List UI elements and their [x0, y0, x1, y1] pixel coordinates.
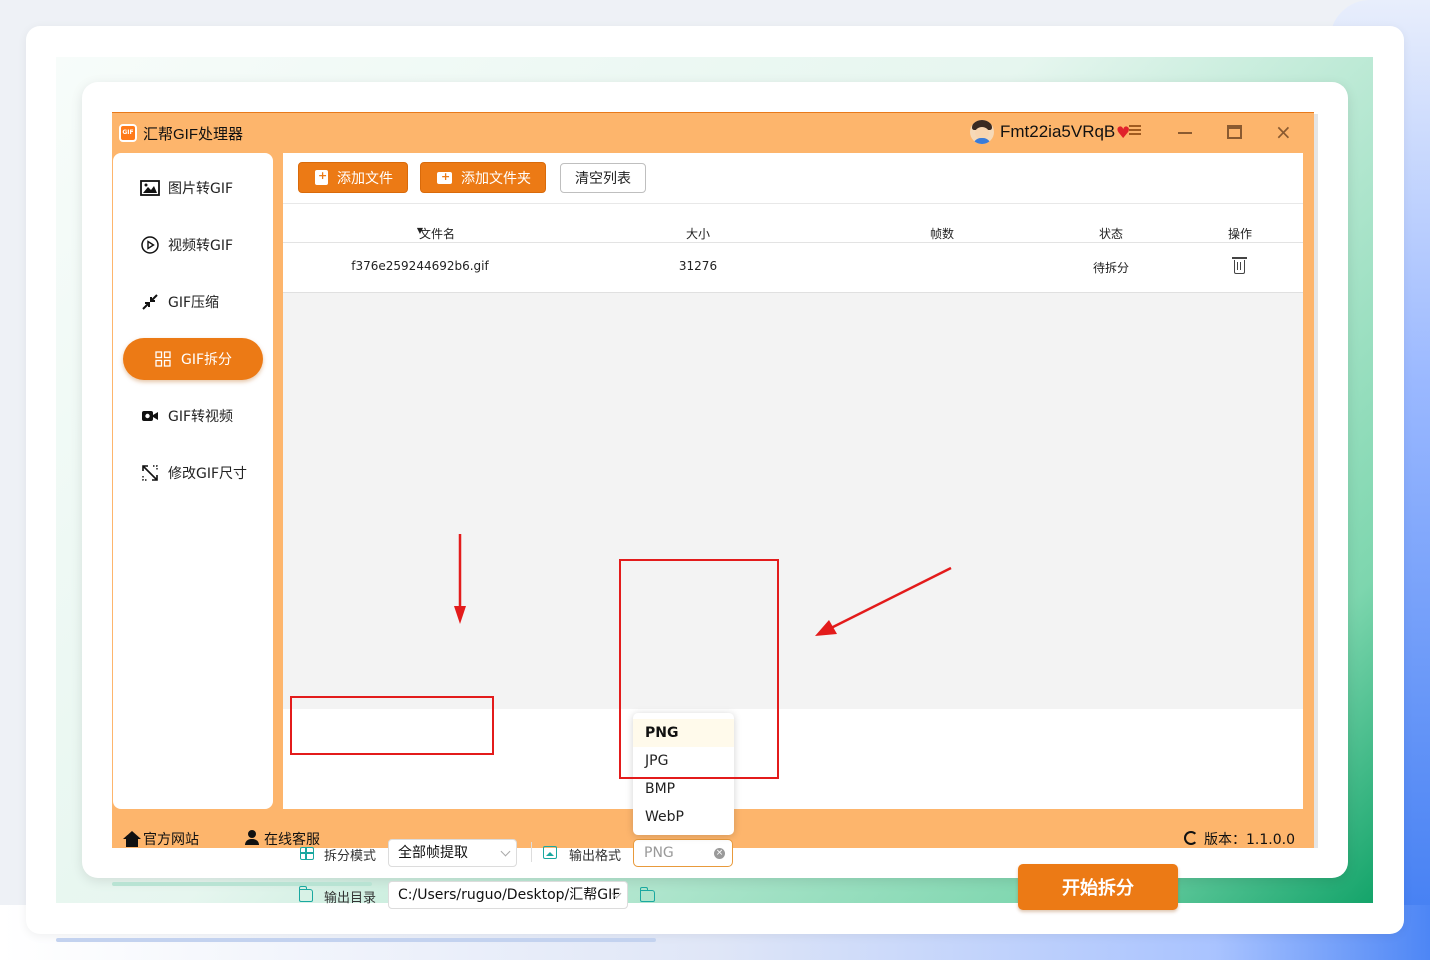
menu-icon[interactable]	[1129, 125, 1141, 135]
video-camera-icon	[140, 407, 160, 425]
annotation-box-format	[619, 559, 779, 779]
app-logo-icon: GIF	[119, 124, 137, 142]
version-label: 版本：1.1.0.0	[1204, 832, 1295, 848]
annotation-arrow-down	[454, 534, 466, 624]
column-header-status[interactable]: 状态	[1099, 225, 1123, 242]
minimize-icon[interactable]	[1178, 132, 1192, 134]
sidebar: 图片转GIF 视频转GIF GIF压缩 GIF拆分 GIF转视频 修改GIF尺寸	[113, 153, 273, 809]
browse-folder-icon[interactable]	[640, 887, 655, 902]
title-bar: GIF 汇帮GIF处理器 Fmt22ia5VRqB ♥ ×	[112, 113, 1314, 153]
sidebar-item-label: 视频转GIF	[168, 238, 234, 254]
sidebar-item-label: 图片转GIF	[168, 181, 234, 197]
add-file-icon	[315, 169, 328, 185]
column-header-actions: 操作	[1227, 227, 1253, 241]
play-circle-icon	[140, 236, 160, 254]
add-folder-label: 添加文件夹	[461, 170, 531, 187]
app-title: 汇帮GIF处理器	[143, 126, 243, 143]
sidebar-item-image-to-gif[interactable]: 图片转GIF	[123, 167, 263, 209]
sidebar-item-label: GIF压缩	[168, 295, 220, 311]
cell-status: 待拆分	[1092, 261, 1130, 275]
output-dir-icon	[299, 886, 313, 902]
table-row[interactable]: f376e259244692b6.gif 31276 待拆分	[283, 243, 1303, 293]
online-support-link[interactable]: 在线客服	[264, 829, 320, 849]
sidebar-item-label: GIF拆分	[181, 352, 233, 368]
column-header-frames[interactable]: 帧数	[930, 225, 954, 242]
customer-service-icon[interactable]	[244, 830, 260, 846]
table-header: ▼ 文件名 大小 帧数 状态 操作	[283, 203, 1303, 243]
decorative-line	[56, 938, 656, 942]
sidebar-item-gif-compress[interactable]: GIF压缩	[123, 281, 263, 323]
home-icon[interactable]	[123, 831, 141, 847]
compress-icon	[140, 293, 160, 311]
dropdown-option-bmp[interactable]: BMP	[633, 775, 734, 803]
close-icon[interactable]: ×	[1275, 120, 1292, 144]
decorative-line	[112, 882, 372, 886]
sidebar-item-gif-split[interactable]: GIF拆分	[123, 338, 263, 380]
trash-icon[interactable]	[1232, 257, 1247, 274]
add-file-button[interactable]: 添加文件	[298, 162, 408, 193]
user-avatar[interactable]	[970, 120, 994, 144]
footer: 官方网站 在线客服 版本：1.1.0.0	[112, 821, 1314, 849]
clear-icon[interactable]: ×	[714, 848, 725, 859]
user-name[interactable]: Fmt22ia5VRqB	[1000, 122, 1115, 142]
window-shadow	[1314, 114, 1318, 848]
column-header-size[interactable]: 大小	[686, 225, 710, 242]
refresh-icon[interactable]	[1184, 831, 1198, 845]
sidebar-item-video-to-gif[interactable]: 视频转GIF	[123, 224, 263, 266]
output-dir-value: C:/Users/ruguo/Desktop/汇帮GIF	[398, 887, 621, 903]
output-dir-label: 输出目录	[324, 891, 377, 906]
toolbar: 添加文件 添加文件夹 清空列表	[283, 153, 1303, 203]
official-website-link[interactable]: 官方网站	[143, 829, 199, 849]
annotation-arrow-left	[815, 566, 952, 636]
sidebar-item-gif-to-video[interactable]: GIF转视频	[123, 395, 263, 437]
resize-icon	[140, 464, 160, 482]
output-dir-select[interactable]: C:/Users/ruguo/Desktop/汇帮GIF	[388, 881, 628, 909]
image-icon	[140, 179, 160, 197]
annotation-box-split-mode	[290, 696, 494, 755]
sidebar-item-gif-resize[interactable]: 修改GIF尺寸	[123, 452, 263, 494]
maximize-icon[interactable]	[1227, 125, 1242, 139]
add-file-label: 添加文件	[337, 170, 393, 187]
sidebar-item-label: GIF转视频	[168, 409, 234, 425]
column-header-filename[interactable]: 文件名	[419, 225, 455, 242]
clear-list-button[interactable]: 清空列表	[560, 163, 646, 193]
start-split-button[interactable]: 开始拆分	[1018, 864, 1178, 910]
sidebar-item-label: 修改GIF尺寸	[168, 466, 248, 482]
cell-size: 31276	[678, 259, 718, 273]
add-folder-button[interactable]: 添加文件夹	[420, 162, 546, 193]
cell-filename: f376e259244692b6.gif	[351, 259, 489, 273]
grid-icon	[153, 350, 173, 368]
add-folder-icon	[437, 170, 452, 184]
